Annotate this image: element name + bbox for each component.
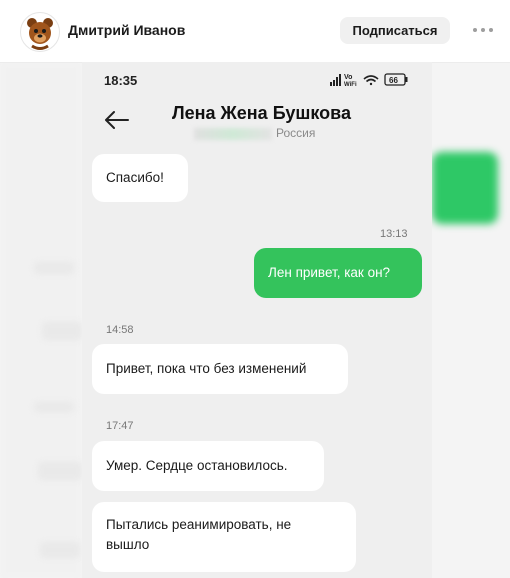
more-options-icon[interactable] [470, 22, 496, 38]
post-header: Дмитрий Иванов Подписаться [0, 0, 510, 63]
background-blur-line [38, 462, 82, 480]
message-text: Спасибо! [106, 170, 164, 185]
subscribe-button[interactable]: Подписаться [340, 17, 450, 44]
chat-contact-name[interactable]: Лена Жена Бушкова [172, 103, 351, 124]
message-time: 13:13 [380, 228, 408, 240]
bear-avatar-icon [27, 18, 53, 50]
background-green-blur [432, 152, 498, 224]
avatar[interactable] [20, 12, 60, 52]
message-bubble-incoming[interactable]: Пытались реанимировать, не вышло [92, 502, 356, 572]
dot [489, 28, 493, 32]
message-bubble-incoming[interactable]: Привет, пока что без изменений [92, 344, 348, 394]
contact-country: Россия [276, 126, 316, 140]
message-bubble-incoming[interactable]: Умер. Сердце остановилось. [92, 441, 324, 491]
message-text: Лен привет, как он? [268, 265, 391, 280]
background-blur-line [42, 322, 82, 340]
volte-label: Vo [344, 74, 352, 81]
author-name[interactable]: Дмитрий Иванов [68, 22, 185, 38]
wifi-label: WiFi [344, 82, 357, 88]
signal-icon [330, 74, 341, 86]
wifi-icon [363, 75, 379, 86]
chat-contact-subtitle: Россия [194, 126, 315, 140]
message-bubble-outgoing[interactable]: Лен привет, как он? [254, 248, 422, 298]
message-text: Привет, пока что без изменений [106, 361, 307, 376]
back-arrow-icon[interactable] [102, 108, 132, 132]
message-text: Умер. Сердце остановилось. [106, 458, 288, 473]
dot [481, 28, 485, 32]
message-time: 14:58 [106, 324, 134, 336]
message-text: Пытались реанимировать, не вышло [106, 517, 292, 552]
background-blur-line [34, 402, 74, 412]
chat-screenshot: 18:35 Vo WiFi 66 Лена Жена Бушкова Росси… [82, 62, 432, 578]
dot [473, 28, 477, 32]
status-icons: Vo WiFi 66 [330, 71, 420, 89]
message-time: 17:47 [106, 420, 134, 432]
background-blur-line [40, 542, 80, 558]
background-blur-line [34, 262, 74, 274]
background-left [0, 62, 82, 578]
battery-icon: 66 [384, 73, 408, 86]
battery-level: 66 [389, 76, 398, 85]
message-bubble-incoming[interactable]: Спасибо! [92, 154, 188, 202]
status-time: 18:35 [104, 73, 138, 88]
redacted-number [194, 127, 272, 140]
